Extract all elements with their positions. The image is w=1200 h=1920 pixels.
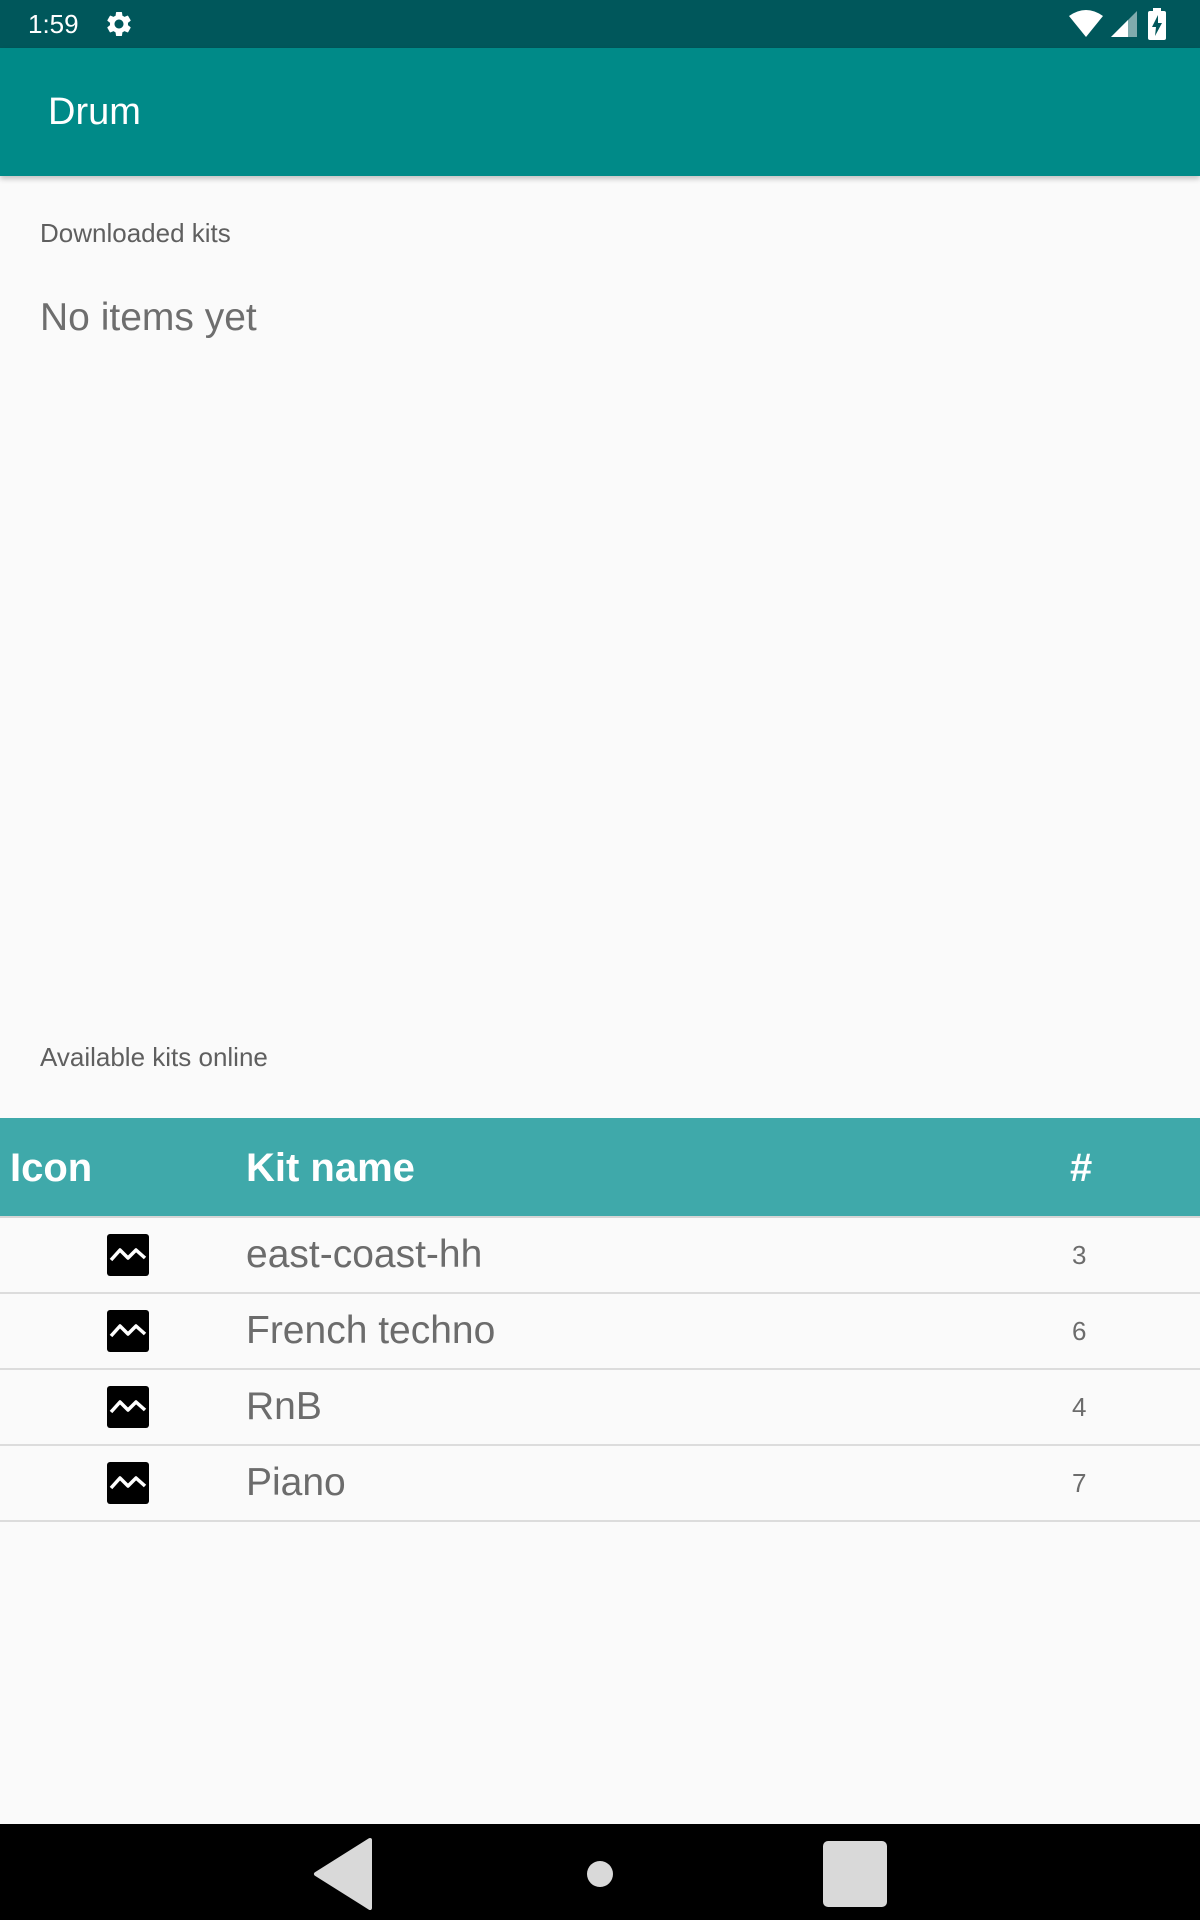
- gear-icon: [107, 11, 131, 36]
- signal-icon: [1111, 11, 1137, 37]
- broken-image-icon: [107, 1234, 149, 1276]
- recent-apps-icon[interactable]: [822, 1840, 888, 1908]
- kits-table: Icon Kit name # east-coast-hh 3 French t…: [0, 1118, 1200, 1522]
- table-row[interactable]: Piano 7: [0, 1446, 1200, 1522]
- broken-image-icon: [107, 1386, 149, 1428]
- table-row[interactable]: east-coast-hh 3: [0, 1218, 1200, 1294]
- kit-name: RnB: [246, 1385, 322, 1428]
- status-bar: 1:59: [0, 0, 1200, 48]
- kit-count: 4: [1072, 1392, 1087, 1422]
- kit-count: 3: [1072, 1240, 1087, 1270]
- table-row[interactable]: French techno 6: [0, 1294, 1200, 1370]
- table-header: Icon Kit name #: [0, 1118, 1200, 1218]
- home-icon[interactable]: [586, 1860, 614, 1888]
- available-kits-label: Available kits online: [40, 1042, 268, 1072]
- kit-count: 7: [1072, 1468, 1087, 1498]
- downloaded-kits-label: Downloaded kits: [40, 218, 231, 248]
- column-header-kit-name: Kit name: [246, 1146, 415, 1190]
- kit-name: French techno: [246, 1309, 496, 1352]
- empty-state-text: No items yet: [40, 296, 257, 339]
- battery-charging-icon: [1148, 8, 1166, 40]
- column-header-count: #: [1070, 1146, 1093, 1190]
- broken-image-icon: [107, 1310, 149, 1352]
- wifi-icon: [1069, 10, 1103, 37]
- column-header-icon: Icon: [10, 1146, 93, 1190]
- kit-name: Piano: [246, 1461, 346, 1504]
- table-row[interactable]: RnB 4: [0, 1370, 1200, 1446]
- navigation-bar: [0, 1824, 1200, 1920]
- status-time: 1:59: [28, 9, 79, 39]
- kit-name: east-coast-hh: [246, 1233, 483, 1276]
- kit-count: 6: [1072, 1316, 1087, 1346]
- back-icon[interactable]: [310, 1838, 376, 1910]
- app-bar: Drum: [0, 48, 1200, 176]
- broken-image-icon: [107, 1462, 149, 1504]
- app-title: Drum: [48, 91, 141, 133]
